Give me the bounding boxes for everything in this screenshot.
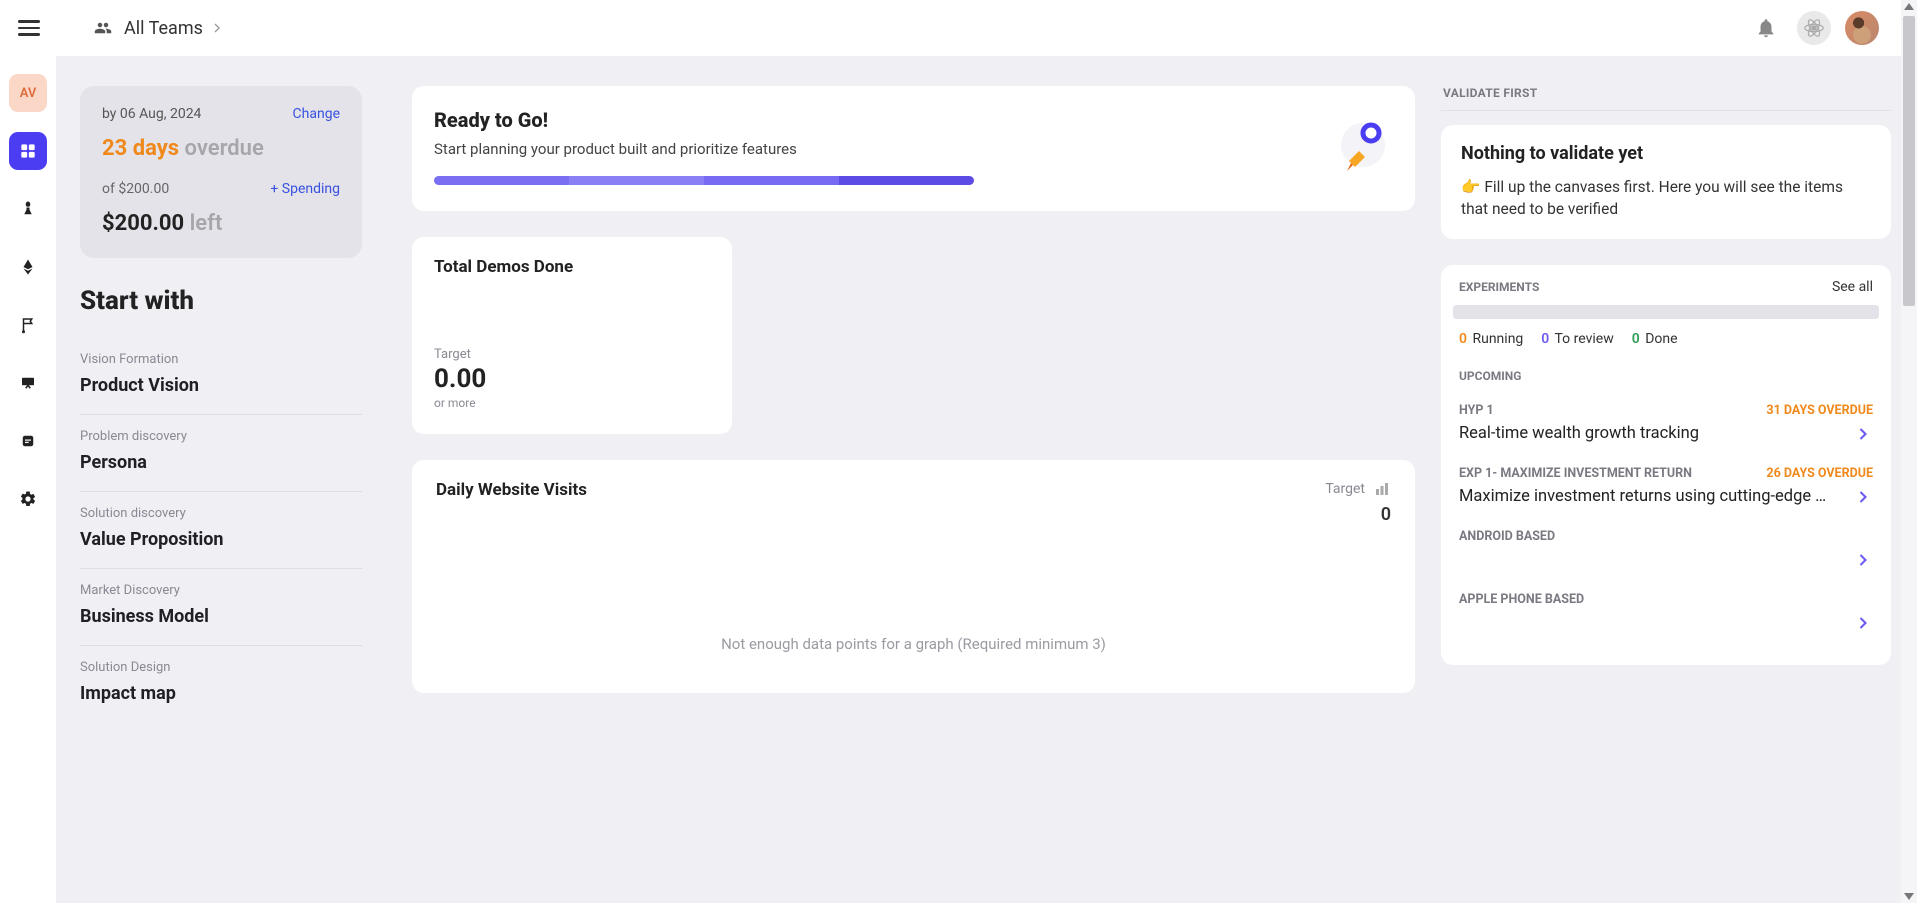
budget-total: of $200.00	[102, 181, 169, 197]
user-avatar[interactable]	[1845, 11, 1879, 45]
budget-left: $200.00 left	[102, 211, 340, 236]
visits-no-data: Not enough data points for a graph (Requ…	[436, 635, 1391, 653]
demos-title: Total Demos Done	[434, 257, 710, 277]
visits-title: Daily Website Visits	[436, 480, 587, 500]
experiments-counts: 0 Running 0 To review 0 Done	[1441, 331, 1891, 363]
validate-body: 👉Fill up the canvases first. Here you wi…	[1461, 176, 1871, 221]
notifications-icon[interactable]	[1749, 11, 1783, 45]
step-product-vision[interactable]: Vision Formation Product Vision	[80, 338, 362, 415]
nav-presentation[interactable]	[9, 364, 47, 402]
start-with-heading: Start with	[80, 286, 362, 316]
validate-card: Nothing to validate yet 👉Fill up the can…	[1441, 125, 1891, 239]
nav-notes[interactable]	[9, 422, 47, 460]
scroll-thumb[interactable]	[1903, 16, 1915, 306]
chevron-right-icon	[1853, 424, 1873, 444]
ready-title: Ready to Go!	[434, 108, 974, 132]
nav-settings[interactable]	[9, 480, 47, 518]
validate-title: Nothing to validate yet	[1461, 143, 1871, 164]
page-scrollbar[interactable]	[1901, 0, 1917, 903]
chevron-right-icon	[1853, 487, 1873, 507]
total-demos-card: Total Demos Done Target 0.00 or more	[412, 237, 732, 434]
nav-dashboard[interactable]	[9, 132, 47, 170]
visits-target-value: 0	[1325, 504, 1391, 525]
experiments-section: EXPERIMENTS See all 0 Running 0 To revie…	[1441, 265, 1891, 665]
experiment-item[interactable]: ANDROID BASED	[1441, 525, 1891, 588]
step-impact-map[interactable]: Solution Design Impact map	[80, 646, 362, 722]
demos-target-label: Target	[434, 347, 710, 362]
experiment-item[interactable]: APPLE PHONE BASED	[1441, 588, 1891, 651]
demos-target-value: 0.00	[434, 364, 710, 394]
rocket-icon	[1329, 115, 1393, 179]
step-value-proposition[interactable]: Solution discovery Value Proposition	[80, 492, 362, 569]
step-business-model[interactable]: Market Discovery Business Model	[80, 569, 362, 646]
progress-bar	[434, 176, 974, 185]
header: All Teams	[0, 0, 1917, 56]
demos-target-more: or more	[434, 396, 710, 410]
experiment-item[interactable]: HYP 131 DAYS OVERDUE Real-time wealth gr…	[1441, 399, 1891, 462]
people-icon	[92, 19, 114, 37]
nav-milestones[interactable]	[9, 306, 47, 344]
summary-card: by 06 Aug, 2024 Change 23 days overdue o…	[80, 86, 362, 258]
workspace-avatar[interactable]: AV	[9, 74, 47, 112]
nav-strategy[interactable]	[9, 190, 47, 228]
daily-visits-card: Daily Website Visits Target 0 Not enough…	[412, 460, 1415, 693]
ready-banner: Ready to Go! Start planning your product…	[412, 86, 1415, 211]
visits-target-label: Target	[1325, 481, 1365, 497]
change-link[interactable]: Change	[293, 106, 340, 122]
experiment-item[interactable]: EXP 1- MAXIMIZE INVESTMENT RETURN26 DAYS…	[1441, 462, 1891, 525]
experiments-label: EXPERIMENTS	[1459, 280, 1539, 294]
overdue-text: 23 days overdue	[102, 136, 340, 161]
add-spending-link[interactable]: + Spending	[270, 181, 340, 197]
menu-icon[interactable]	[18, 16, 42, 40]
chevron-right-icon	[209, 20, 225, 36]
chevron-right-icon	[1853, 613, 1873, 633]
summary-date: by 06 Aug, 2024	[102, 106, 201, 122]
team-selector[interactable]: All Teams	[92, 18, 225, 39]
sidebar: by 06 Aug, 2024 Change 23 days overdue o…	[56, 56, 386, 903]
ready-subtitle: Start planning your product built and pr…	[434, 140, 974, 158]
validate-section-label: VALIDATE FIRST	[1441, 86, 1891, 111]
upcoming-label: UPCOMING	[1441, 363, 1891, 399]
bar-chart-icon	[1373, 480, 1391, 498]
team-label: All Teams	[124, 18, 203, 39]
nav-ethereum-icon[interactable]	[9, 248, 47, 286]
experiments-progress	[1453, 305, 1879, 319]
app-logo-icon[interactable]	[1797, 11, 1831, 45]
nav-rail: AV	[0, 56, 56, 903]
point-right-icon: 👉	[1461, 176, 1480, 198]
see-all-link[interactable]: See all	[1832, 279, 1873, 295]
step-persona[interactable]: Problem discovery Persona	[80, 415, 362, 492]
chevron-right-icon	[1853, 550, 1873, 570]
